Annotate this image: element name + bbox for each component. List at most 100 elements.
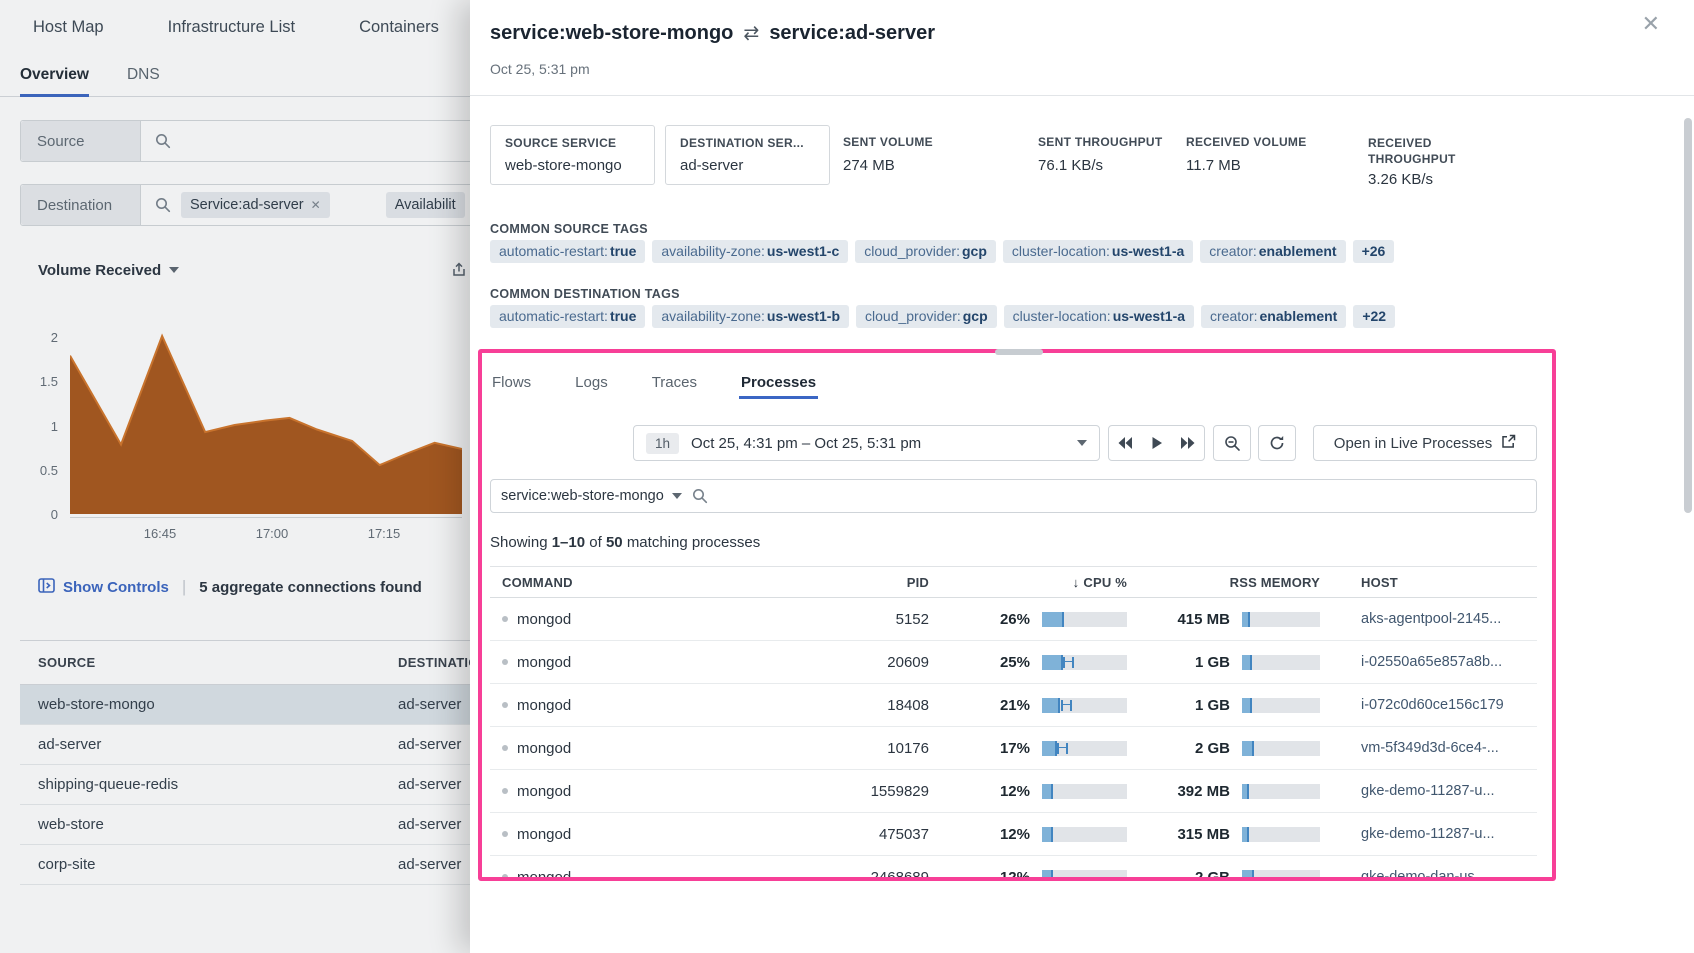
metric-source-service[interactable]: SOURCE SERVICE web-store-mongo — [490, 125, 655, 185]
tag-value: gcp — [962, 244, 987, 259]
process-rss-value: 2 GB — [1195, 869, 1230, 878]
drag-handle[interactable] — [995, 349, 1043, 355]
tab-logs[interactable]: Logs — [573, 365, 610, 399]
tag-key: automatic-restart: — [499, 244, 608, 259]
close-icon[interactable]: ✕ — [311, 198, 321, 212]
tag-pill[interactable]: creator:enablement — [1201, 305, 1346, 328]
process-row[interactable]: mongod1840821%1 GBi-072c0d60ce156c179 — [490, 684, 1537, 727]
rss-bar — [1242, 698, 1320, 713]
tag-pill[interactable]: automatic-restart:true — [490, 305, 645, 328]
tag-more-count[interactable]: +22 — [1353, 305, 1395, 328]
nav-containers[interactable]: Containers — [359, 18, 439, 37]
open-in-live-processes-button[interactable]: Open in Live Processes — [1313, 425, 1537, 461]
open-live-label: Open in Live Processes — [1334, 435, 1492, 452]
show-controls-link[interactable]: Show Controls — [38, 578, 169, 597]
destination-filter-tag[interactable]: Service:ad-server ✕ — [181, 192, 330, 218]
column-cpu[interactable]: ↓CPU % — [937, 575, 1137, 590]
column-command[interactable]: COMMAND — [490, 575, 787, 590]
process-pid: 1559829 — [787, 783, 937, 800]
process-row[interactable]: mongod246868912%2 GBgke-demo-dan-us... — [490, 856, 1537, 877]
fast-forward-icon[interactable] — [1172, 426, 1204, 460]
process-rss-cell: 392 MB — [1137, 783, 1347, 800]
process-row[interactable]: mongod2060925%1 GBi-02550a65e857a8b... — [490, 641, 1537, 684]
process-host: aks-agentpool-2145... — [1347, 611, 1537, 627]
process-cpu-value: 21% — [1000, 697, 1030, 714]
tag-pill[interactable]: availability-zone:us-west1-b — [652, 305, 849, 328]
tag-value: true — [610, 309, 636, 324]
metric-label: SENT THROUGHPUT — [1038, 135, 1178, 149]
source-filter-label: Source — [21, 121, 141, 161]
tag-pill[interactable]: automatic-restart:true — [490, 240, 645, 263]
time-range-badge: 1h — [646, 433, 679, 454]
process-cpu-value: 17% — [1000, 740, 1030, 757]
panel-scrollbar[interactable] — [1683, 0, 1692, 953]
process-row[interactable]: mongod155982912%392 MBgke-demo-11287-u..… — [490, 770, 1537, 813]
close-icon[interactable]: ✕ — [1636, 12, 1666, 36]
metric-label: SENT VOLUME — [843, 135, 1023, 149]
process-rss-value: 1 GB — [1195, 654, 1230, 671]
tag-pill[interactable]: cloud_provider:gcp — [856, 305, 997, 328]
process-cpu-cell: 12% — [937, 826, 1137, 843]
tag-value: enablement — [1260, 309, 1338, 324]
tab-processes[interactable]: Processes — [739, 365, 818, 399]
panel-title-source: service:web-store-mongo — [490, 22, 733, 45]
process-cpu-value: 25% — [1000, 654, 1030, 671]
rss-bar-marker — [1252, 870, 1254, 878]
process-pid: 475037 — [787, 826, 937, 843]
chart-footer: Show Controls | 5 aggregate connections … — [38, 572, 422, 602]
time-controls-row: 1h Oct 25, 4:31 pm – Oct 25, 5:31 pm — [482, 425, 1552, 461]
export-icon[interactable] — [450, 261, 468, 279]
nav-host-map[interactable]: Host Map — [33, 18, 104, 37]
metric-value: web-store-mongo — [505, 157, 640, 174]
tab-flows[interactable]: Flows — [490, 365, 533, 399]
tab-traces[interactable]: Traces — [650, 365, 699, 399]
rewind-icon[interactable] — [1109, 426, 1141, 460]
tag-key: creator: — [1210, 309, 1257, 324]
tag-pill[interactable]: cloud_provider:gcp — [855, 240, 996, 263]
process-command-cell: mongod — [490, 783, 787, 800]
y-axis-tick: 2 — [0, 330, 58, 345]
tag-pill[interactable]: cluster-location:us-west1-a — [1004, 305, 1194, 328]
process-pid: 18408 — [787, 697, 937, 714]
tag-more-count[interactable]: +26 — [1353, 240, 1395, 263]
refresh-icon[interactable] — [1258, 425, 1296, 461]
tag-pill[interactable]: availability-zone:us-west1-c — [652, 240, 848, 263]
tag-key: automatic-restart: — [499, 309, 608, 324]
process-host: i-072c0d60ce156c179 — [1347, 697, 1537, 713]
tag-key: availability-zone: — [661, 244, 765, 259]
tag-value: us-west1-b — [767, 309, 840, 324]
process-search-bar[interactable]: service:web-store-mongo — [490, 479, 1537, 513]
tag-pill[interactable]: creator:enablement — [1200, 240, 1345, 263]
process-table-header: COMMAND PID ↓CPU % RSS MEMORY HOST — [490, 567, 1537, 598]
process-row[interactable]: mongod515226%415 MBaks-agentpool-2145... — [490, 598, 1537, 641]
column-pid[interactable]: PID — [787, 575, 937, 590]
metric-dropdown[interactable]: Volume Received — [38, 262, 179, 279]
rss-bar-fill — [1242, 870, 1252, 878]
metric-label: RECEIVED VOLUME — [1186, 135, 1356, 149]
play-icon[interactable] — [1141, 426, 1173, 460]
column-rss-memory[interactable]: RSS MEMORY — [1137, 575, 1347, 590]
process-rss-cell: 1 GB — [1137, 654, 1347, 671]
availability-filter-tag[interactable]: Availabilit — [386, 192, 465, 218]
tag-pill[interactable]: cluster-location:us-west1-a — [1003, 240, 1193, 263]
process-rss-cell: 315 MB — [1137, 826, 1347, 843]
rss-bar-marker — [1247, 827, 1249, 842]
metric-destination-service[interactable]: DESTINATION SER... ad-server — [665, 125, 830, 185]
column-host[interactable]: HOST — [1347, 575, 1537, 590]
process-pid: 10176 — [787, 740, 937, 757]
tab-dns[interactable]: DNS — [127, 54, 160, 96]
time-range-picker[interactable]: 1h Oct 25, 4:31 pm – Oct 25, 5:31 pm — [633, 425, 1100, 461]
scrollbar-thumb[interactable] — [1684, 118, 1692, 513]
process-row[interactable]: mongod47503712%315 MBgke-demo-11287-u... — [490, 813, 1537, 856]
process-command-cell: mongod — [490, 740, 787, 757]
nav-infrastructure-list[interactable]: Infrastructure List — [168, 18, 295, 37]
connection-source: web-store — [20, 816, 380, 833]
tab-overview[interactable]: Overview — [20, 54, 89, 96]
process-search-scope[interactable]: service:web-store-mongo — [501, 488, 682, 504]
cpu-bar-fill — [1042, 870, 1051, 878]
process-status-dot — [502, 831, 508, 837]
process-row[interactable]: mongod1017617%2 GBvm-5f349d3d-6ce4-... — [490, 727, 1537, 770]
zoom-out-icon[interactable] — [1213, 425, 1251, 461]
column-source[interactable]: SOURCE — [20, 655, 380, 670]
process-cpu-cell: 25% — [937, 654, 1137, 671]
